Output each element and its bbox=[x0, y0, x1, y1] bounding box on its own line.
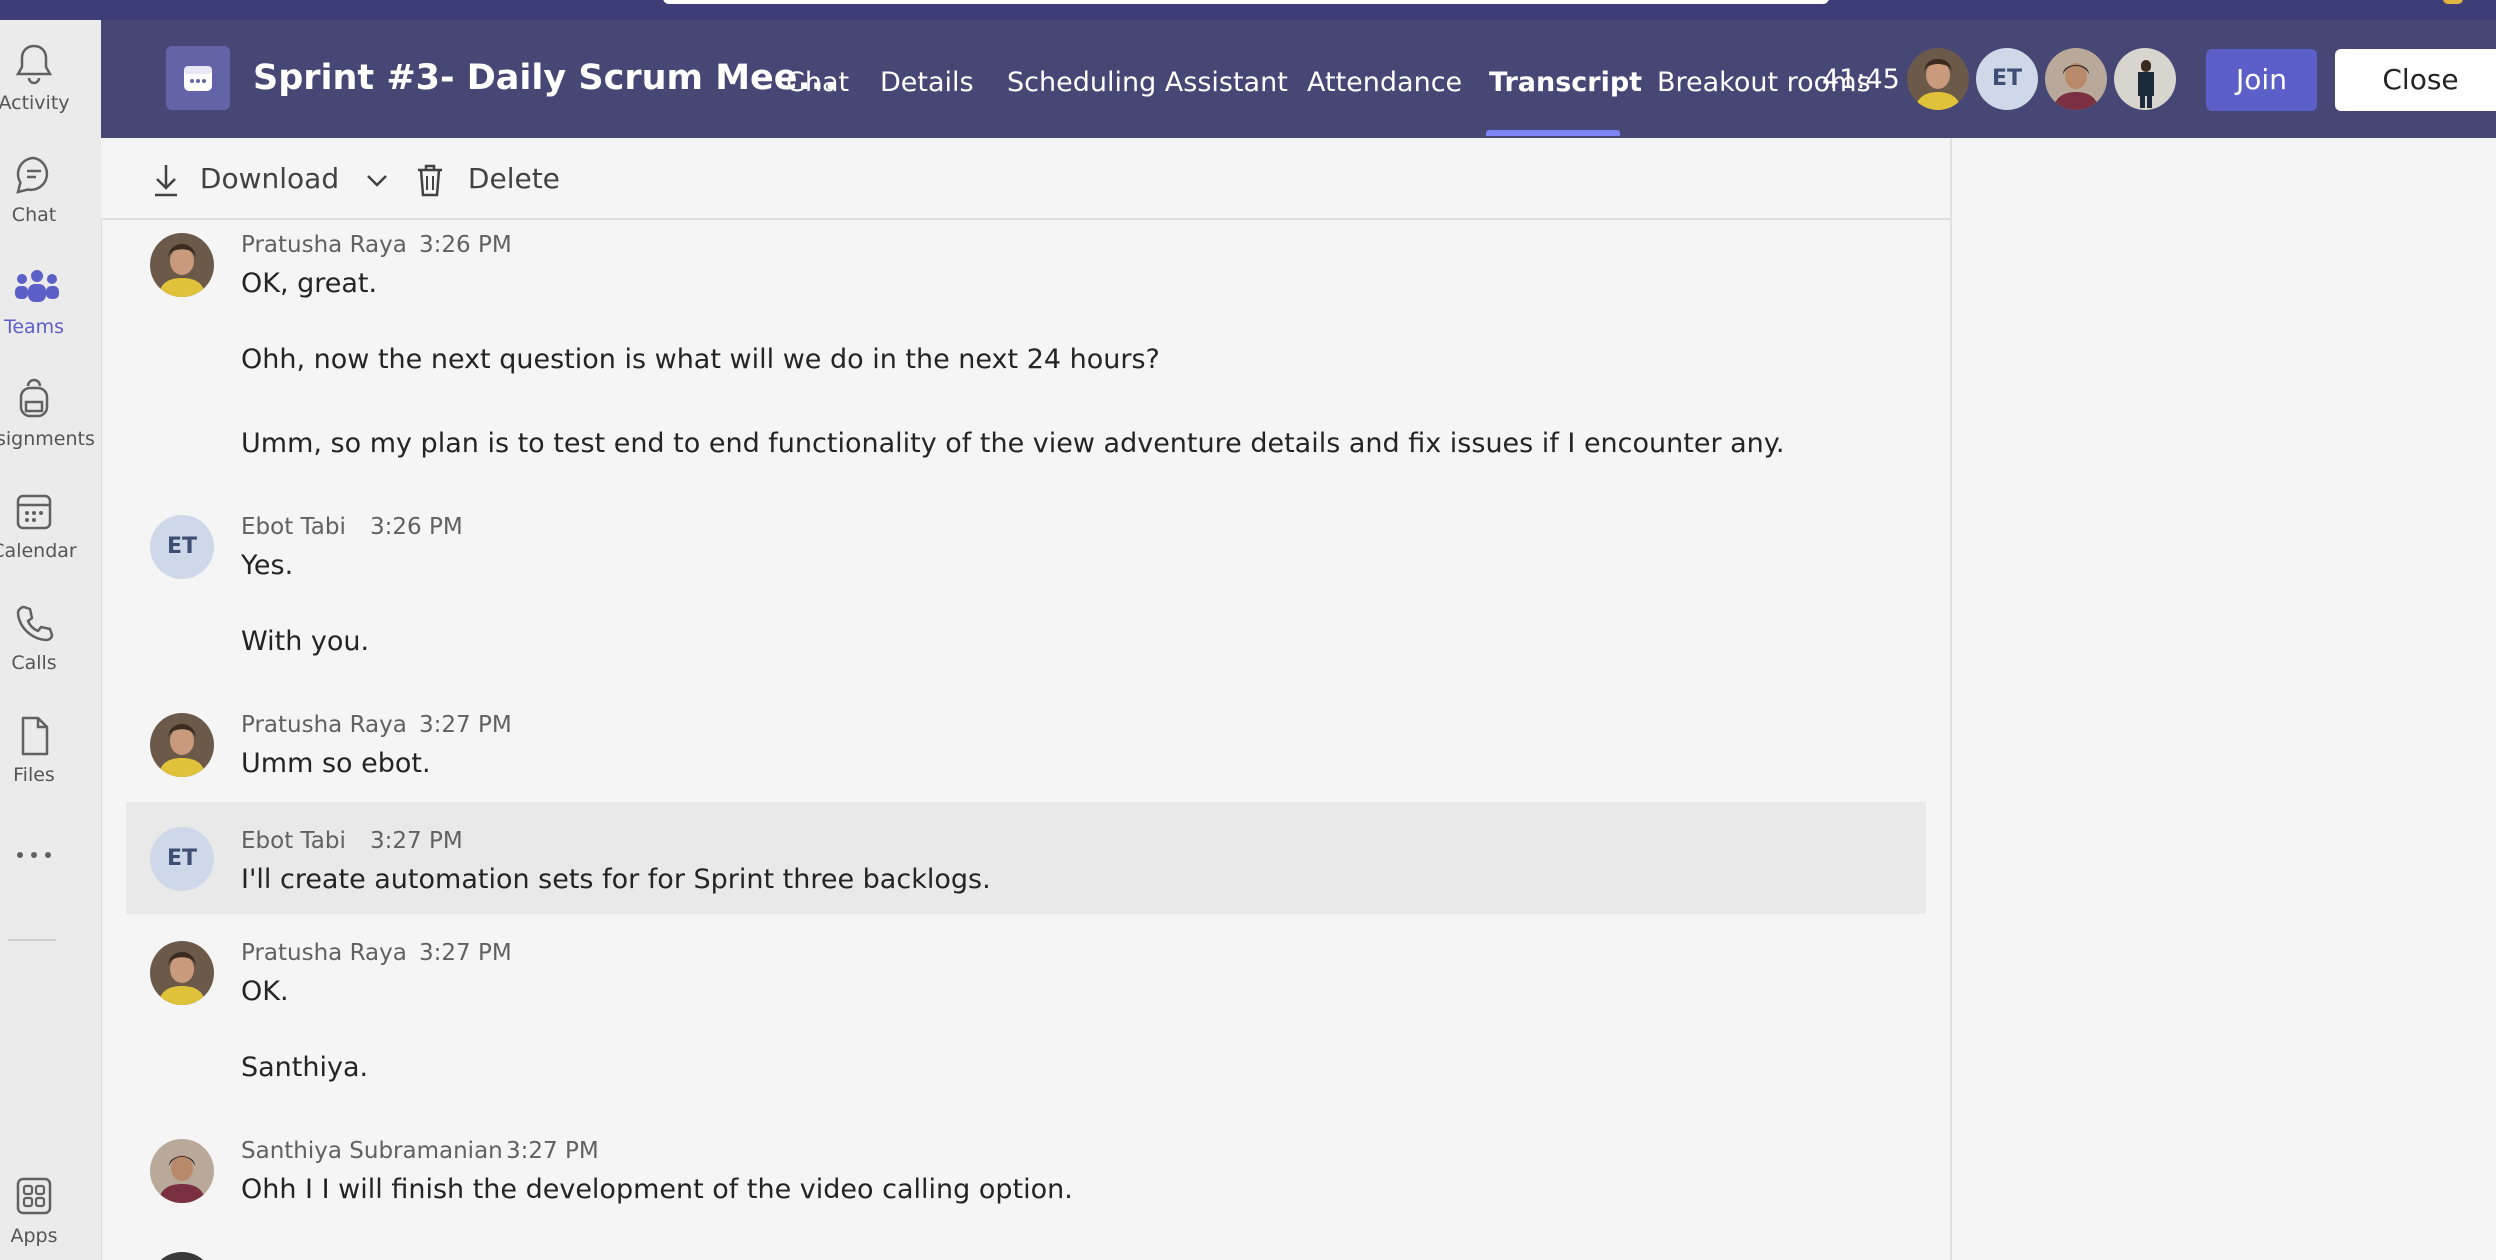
rail-label-apps: Apps bbox=[10, 1225, 58, 1247]
transcript-entry: Pratusha Raya 3:27 PM Umm so ebot. bbox=[126, 698, 1926, 798]
meeting-title: Sprint #3- Daily Scrum Mee... bbox=[253, 58, 838, 98]
rail-item-activity[interactable]: Activity bbox=[0, 42, 70, 142]
transcript-line: Yes. bbox=[241, 550, 294, 581]
file-icon bbox=[21, 716, 49, 756]
timestamp: 3:26 PM bbox=[419, 232, 512, 258]
transcript-entry: ET Ebot Tabi 3:26 PM Yes. With you. bbox=[126, 500, 1926, 680]
transcript-line: I'll create automation sets for for Spri… bbox=[241, 864, 991, 895]
speaker-name: Ebot Tabi bbox=[241, 514, 346, 540]
rail-item-calendar[interactable]: Calendar bbox=[0, 490, 77, 590]
speaker-avatar bbox=[150, 233, 214, 297]
speaker-avatar-initials: ET bbox=[150, 515, 214, 579]
phone-icon bbox=[16, 605, 54, 642]
rail-item-assignments[interactable]: Assignments bbox=[0, 378, 95, 478]
active-tab-indicator bbox=[1486, 130, 1620, 136]
rail-label-calls: Calls bbox=[11, 652, 57, 674]
transcript-line: Umm so ebot. bbox=[241, 748, 431, 779]
participant-avatar[interactable] bbox=[1907, 48, 1969, 110]
transcript-line: With you. bbox=[241, 626, 370, 657]
transcript-toolbar: Download Delete bbox=[101, 138, 1950, 220]
delete-label: Delete bbox=[467, 162, 560, 195]
apps-icon bbox=[16, 1177, 52, 1215]
tab-transcript[interactable]: Transcript bbox=[1489, 67, 1642, 98]
speaker-avatar bbox=[150, 713, 214, 777]
trash-icon bbox=[418, 164, 442, 197]
profile-corner[interactable] bbox=[2443, 0, 2463, 4]
rail-label-files: Files bbox=[13, 764, 55, 786]
meeting-timer: 41:45 bbox=[1822, 64, 1900, 95]
speaker-avatar bbox=[150, 1139, 214, 1203]
chat-icon bbox=[16, 156, 49, 194]
transcript-line: Ohh I I will finish the development of t… bbox=[241, 1174, 1073, 1205]
rail-item-calls[interactable]: Calls bbox=[0, 602, 68, 702]
download-button[interactable]: Download bbox=[151, 162, 390, 198]
timestamp: 3:27 PM bbox=[506, 1138, 599, 1164]
teams-icon bbox=[15, 270, 59, 302]
transcript-entry: Pratusha Raya 3:27 PM OK. Santhiya. bbox=[126, 926, 1926, 1116]
right-pane bbox=[1950, 138, 2496, 1260]
close-button[interactable]: Close bbox=[2335, 49, 2496, 111]
chevron-down-icon bbox=[367, 175, 387, 187]
window-top-strip bbox=[0, 0, 2496, 20]
rail-item-apps[interactable]: Apps bbox=[0, 1175, 68, 1260]
transcript-entry-highlighted: ET Ebot Tabi 3:27 PM I'll create automat… bbox=[126, 802, 1926, 914]
download-icon bbox=[155, 165, 177, 197]
tab-details[interactable]: Details bbox=[880, 67, 974, 98]
meeting-header: Sprint #3- Daily Scrum Mee... Chat Detai… bbox=[101, 20, 2496, 138]
participant-avatar[interactable] bbox=[2045, 48, 2107, 110]
backpack-icon bbox=[19, 378, 49, 418]
rail-label-chat: Chat bbox=[11, 204, 57, 226]
speaker-avatar-initials: ET bbox=[150, 827, 214, 891]
rail-item-files[interactable]: Files bbox=[0, 714, 68, 814]
tab-chat[interactable]: Chat bbox=[786, 67, 849, 98]
rail-label-activity: Activity bbox=[0, 92, 70, 114]
download-label: Download bbox=[199, 162, 340, 195]
speaker-name: Pratusha Raya bbox=[241, 940, 407, 966]
transcript-entry: Santhiya Subramanian 3:27 PM Ohh I I wil… bbox=[126, 1124, 1926, 1224]
more-icon[interactable] bbox=[14, 846, 54, 865]
app-rail: Activity Chat Teams Assignments Calendar… bbox=[0, 20, 102, 1260]
speaker-name: Santhiya Subramanian bbox=[241, 1138, 503, 1164]
timestamp: 3:27 PM bbox=[419, 940, 512, 966]
search-bar[interactable] bbox=[663, 0, 1829, 4]
speaker-avatar bbox=[150, 1252, 214, 1260]
transcript-line: Santhiya. bbox=[241, 1052, 369, 1083]
calendar-icon bbox=[16, 494, 52, 530]
participant-avatar-initials[interactable]: ET bbox=[1976, 48, 2038, 110]
transcript-line: OK. bbox=[241, 976, 289, 1007]
speaker-name: Pratusha Raya bbox=[241, 712, 407, 738]
timestamp: 3:27 PM bbox=[419, 712, 512, 738]
join-button[interactable]: Join bbox=[2206, 49, 2317, 111]
timestamp: 3:27 PM bbox=[370, 828, 463, 854]
transcript-line: Ohh, now the next question is what will … bbox=[241, 344, 1160, 375]
transcript-list: Pratusha Raya 3:26 PM OK, great. Ohh, no… bbox=[101, 218, 1950, 1260]
tab-attendance[interactable]: Attendance bbox=[1307, 67, 1462, 98]
transcript-line: OK, great. bbox=[241, 268, 378, 299]
speaker-name: Pratusha Raya bbox=[241, 232, 407, 258]
bell-icon bbox=[15, 44, 53, 85]
timestamp: 3:26 PM bbox=[370, 514, 463, 540]
meeting-icon bbox=[166, 46, 230, 110]
rail-item-teams[interactable]: Teams bbox=[0, 266, 68, 366]
delete-button[interactable]: Delete bbox=[415, 162, 560, 198]
transcript-entry: Pratusha Raya 3:26 PM OK, great. Ohh, no… bbox=[126, 218, 1926, 488]
rail-divider bbox=[8, 939, 56, 941]
rail-item-chat[interactable]: Chat bbox=[0, 154, 68, 254]
tab-scheduling-assistant[interactable]: Scheduling Assistant bbox=[1007, 67, 1288, 98]
transcript-line: Umm, so my plan is to test end to end fu… bbox=[241, 428, 1785, 459]
rail-label-assignments: Assignments bbox=[0, 428, 95, 450]
speaker-avatar bbox=[150, 941, 214, 1005]
rail-label-teams: Teams bbox=[3, 316, 65, 338]
speaker-name: Ebot Tabi bbox=[241, 828, 346, 854]
participant-avatar[interactable] bbox=[2114, 48, 2176, 110]
rail-label-calendar: Calendar bbox=[0, 540, 77, 562]
